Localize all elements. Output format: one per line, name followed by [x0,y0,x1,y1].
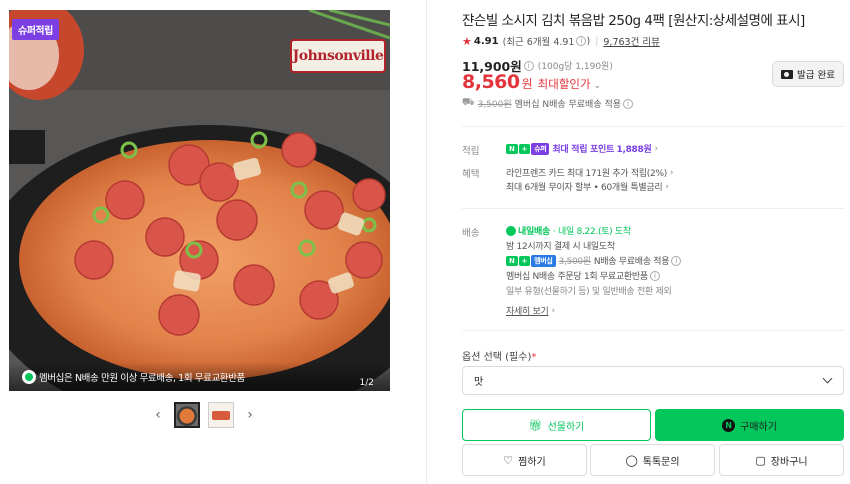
info-icon[interactable]: i [623,98,634,109]
rating-row: ★ 4.91 (최근 6개월 4.91 i ) | 9,763건 리뷰 [462,34,660,49]
rating-recent: (최근 6개월 4.91 [502,37,575,48]
chat-icon: ◯ [625,453,638,467]
coupon-issued-button[interactable]: 발급 완료 [772,61,844,87]
review-count-link[interactable]: 9,763건 리뷰 [603,34,659,48]
wish-button[interactable]: ♡ 찜하기 [462,444,587,476]
chevron-down-icon [822,373,833,384]
super-points-badge: 슈퍼적립 [12,19,59,40]
wish-button-label: 찜하기 [518,456,546,468]
shipping-strike-price: 3,500원 [477,100,512,110]
chevron-down-icon[interactable]: ⌄ [594,81,602,91]
benefits-label: 혜택 [462,169,480,180]
shopping-bag-icon: ▢ [755,453,766,467]
delivery-date: · 내일 8.22.(토) 도착 [552,227,631,237]
product-title: 쟌슨빌 소시지 김치 볶음밥 250g 4팩 [원산지:상세설명에 표시] [462,13,805,29]
gift-icon: 🎁︎ [528,418,543,432]
coupon-button-label: 발급 완료 [797,70,835,81]
delivery-exception: 일부 유형(선물하기 등) 및 일반배송 전환 제외 [506,287,672,297]
delivery-fee-text: N배송 무료배송 적용 [593,257,670,267]
brand-logo: Johnsonville [290,39,386,73]
rating-recent-close: ) [586,35,591,47]
product-main-image[interactable]: 슈퍼적립 Johnsonville 멤버십은 N배송 만원 이상 무료배송, 1… [9,10,390,391]
n-tag: N [506,143,518,154]
n-tag: N [506,255,518,266]
coupon-icon [781,69,793,79]
divider [462,126,844,127]
info-icon[interactable]: i [523,60,534,71]
membership-banner: 멤버십은 N배송 만원 이상 무료배송, 1회 무료교환반품 [9,362,390,391]
info-icon[interactable]: i [671,255,682,266]
chevron-right-icon[interactable]: › [242,407,258,423]
option-select[interactable]: 맛 [462,366,844,395]
talk-inquiry-button[interactable]: ◯ 톡톡문의 [590,444,715,476]
talk-button-label: 톡톡문의 [642,456,680,468]
max-discount-label: 최대할인가 [537,77,591,91]
membership-tag: 멤버십 [531,254,556,267]
delivery-return-row: 멤버십 N배송 주문당 1회 무료교환반품 i [506,269,660,282]
image-page-counter: 1/2 [359,378,374,388]
gift-button-label: 선물하기 [547,421,585,433]
plus-tag: + [518,143,531,154]
plus-tag: + [518,255,531,266]
shipping-row: ⛟ 3,500원 멤버십 N배송 무료배송 적용 i [462,97,634,110]
cart-button[interactable]: ▢ 장바구니 [719,444,844,476]
points-text: 최대 적립 포인트 [552,145,614,155]
delivery-return: 멤버십 N배송 주문당 1회 무료교환반품 [506,272,648,282]
info-icon[interactable]: i [576,36,587,46]
info-icon[interactable]: i [649,270,660,281]
delivery-fee-strike: 3,500원 [558,257,592,267]
more-details-link[interactable]: 자세히 보기 [506,304,549,317]
heart-icon: ♡ [503,453,514,467]
shipping-text: 멤버십 N배송 무료배송 적용 [514,100,622,110]
chevron-left-icon[interactable]: ‹ [150,407,166,423]
tomorrow-icon [506,225,516,236]
points-label: 적립 [462,146,480,157]
separator: | [595,35,599,47]
naver-pay-icon: N [722,418,736,432]
super-tag: 슈퍼 [531,142,550,155]
sale-won: 원 [521,77,533,91]
membership-banner-text: 멤버십은 N배송 만원 이상 무료배송, 1회 무료교환반품 [39,372,245,384]
benefit-2[interactable]: 최대 6개월 무이자 할부 • 60개월 특별금리 › [506,180,669,194]
star-icon: ★ [462,34,472,48]
more-details-row[interactable]: 자세히 보기 › [506,304,555,318]
divider [462,208,844,209]
rating-score: 4.91 [473,35,499,47]
option-label-text: 옵션 선택 (필수) [462,352,532,363]
chevron-right-icon[interactable]: › [670,168,674,178]
benefit-1-text: 라인프렌즈 카드 최대 171원 추가 적립(2%) [506,169,667,179]
chevron-right-icon[interactable]: › [665,182,669,192]
option-label: 옵션 선택 (필수)* [462,348,536,363]
chevron-right-icon[interactable]: › [654,144,658,154]
thumbnail-strip: ‹ › [150,400,258,430]
tomorrow-delivery: 내일배송 [506,224,550,237]
cart-button-label: 장바구니 [770,456,808,468]
buy-button-label: 구매하기 [740,421,777,433]
column-divider [426,0,427,484]
chevron-right-icon[interactable]: › [551,306,555,316]
option-selected-value: 맛 [474,377,484,388]
delivery-tomorrow-row: 내일배송 · 내일 8.22.(토) 도착 [506,224,631,237]
benefit-2-text: 최대 6개월 무이자 할부 • 60개월 특별금리 [506,183,663,193]
thumbnail-1[interactable] [174,402,200,428]
buy-button[interactable]: N 구매하기 [655,409,844,441]
benefit-1[interactable]: 라인프렌즈 카드 최대 171원 추가 적립(2%) › [506,166,674,180]
divider [462,330,844,331]
thumbnail-2[interactable] [208,402,234,428]
sale-price: 8,560 [462,71,520,93]
delivery-fee-row: N + 멤버십 3,500원 N배송 무료배송 적용 i [506,254,682,267]
tomorrow-label: 내일배송 [518,227,550,237]
truck-icon: ⛟ [462,97,475,108]
delivery-cutoff: 밤 12시까지 결제 시 내일도착 [506,242,615,252]
delivery-label: 배송 [462,228,480,239]
gift-button[interactable]: 🎁︎ 선물하기 [462,409,651,441]
points-row: N + 슈퍼 최대 적립 포인트 1,888원 › [506,142,658,155]
sale-price-row[interactable]: 8,560 원 최대할인가 ⌄ [462,71,601,93]
membership-icon [22,369,36,384]
required-mark: * [531,352,537,363]
points-value: 1,888원 [616,145,652,155]
